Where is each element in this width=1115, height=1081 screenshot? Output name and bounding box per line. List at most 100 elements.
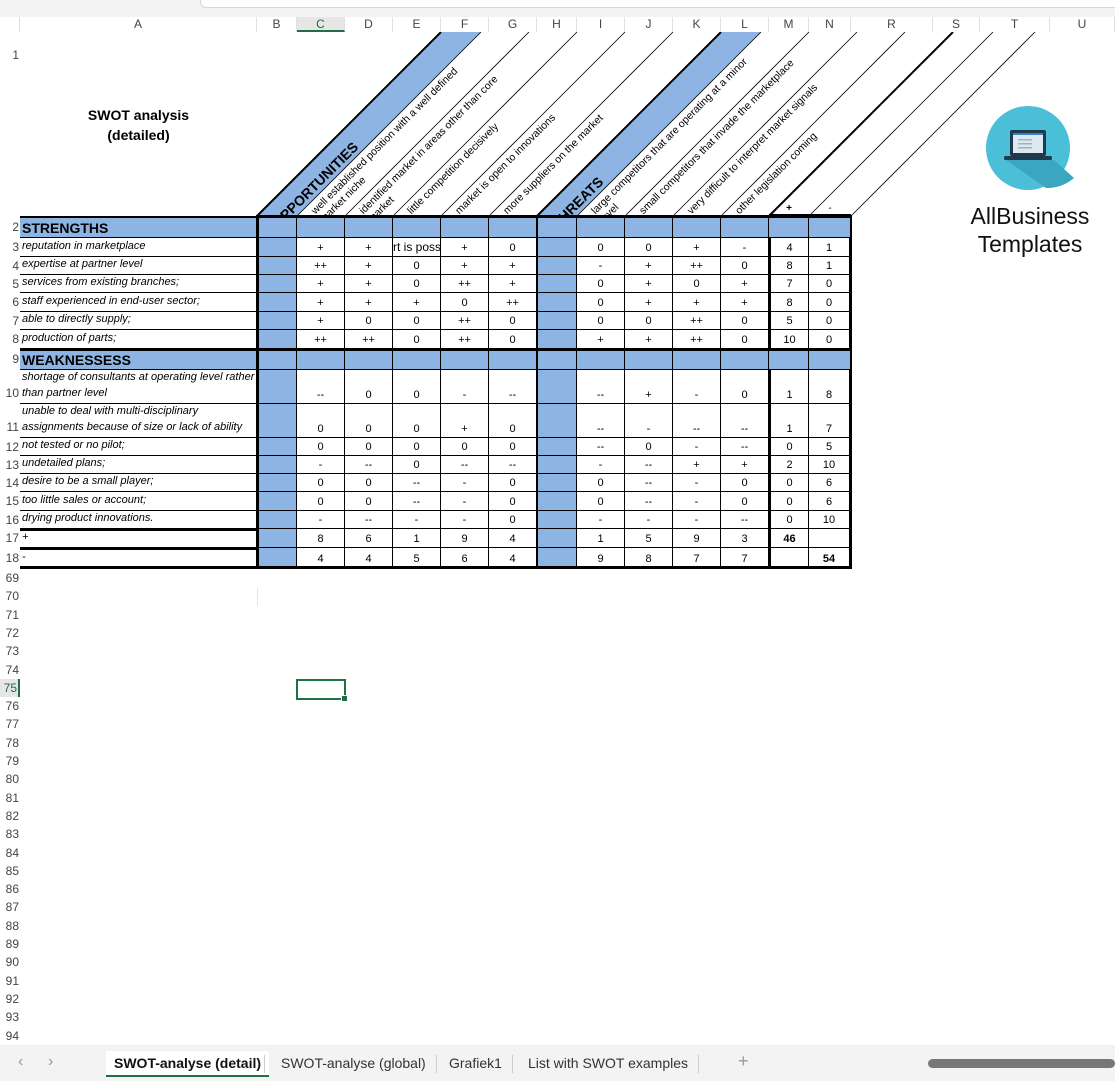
formula-bar[interactable] xyxy=(200,0,1115,8)
add-sheet-button[interactable]: + xyxy=(738,1051,749,1072)
opportunity-score: - xyxy=(297,456,345,474)
column-header-M[interactable]: M xyxy=(769,17,809,32)
row-header-83[interactable]: 83 xyxy=(0,825,20,843)
row-header-81[interactable]: 81 xyxy=(0,789,20,807)
column-header-A[interactable]: A xyxy=(20,17,257,32)
row-header-2[interactable]: 2 xyxy=(0,216,20,238)
horizontal-scrollbar[interactable] xyxy=(928,1059,1115,1068)
column-header-G[interactable]: G xyxy=(489,17,537,32)
threat-score: -- xyxy=(625,492,673,511)
tab-swot-examples[interactable]: List with SWOT examples xyxy=(520,1051,696,1077)
row-header-90[interactable]: 90 xyxy=(0,953,20,971)
row-header-71[interactable]: 71 xyxy=(0,606,20,624)
row-header-11[interactable]: 11 xyxy=(0,404,20,438)
row-header-15[interactable]: 15 xyxy=(0,492,20,511)
row-header-14[interactable]: 14 xyxy=(0,474,20,492)
next-sheet-icon[interactable]: › xyxy=(48,1053,53,1071)
opportunity-score: + xyxy=(297,293,345,312)
row-header-74[interactable]: 74 xyxy=(0,661,20,679)
column-header-R[interactable]: R xyxy=(851,17,933,32)
row-header-76[interactable]: 76 xyxy=(0,697,20,715)
row-header-87[interactable]: 87 xyxy=(0,898,20,916)
opportunity-score: 0 xyxy=(489,474,537,492)
row-header-18[interactable]: 18 xyxy=(0,548,20,568)
opportunity-score: -- xyxy=(393,474,441,492)
column-header-I[interactable]: I xyxy=(577,17,625,32)
column-header-L[interactable]: L xyxy=(721,17,769,32)
threat-score: 0 xyxy=(577,238,625,257)
row-header-92[interactable]: 92 xyxy=(0,990,20,1008)
column-header-K[interactable]: K xyxy=(673,17,721,32)
row-header-72[interactable]: 72 xyxy=(0,624,20,642)
row-header-9[interactable]: 9 xyxy=(0,349,20,370)
row-header-84[interactable]: 84 xyxy=(0,844,20,862)
tab-swot-detail[interactable]: SWOT-analyse (detail) xyxy=(106,1051,270,1077)
column-header-D[interactable]: D xyxy=(345,17,393,32)
weaknesses-header-band xyxy=(721,349,769,370)
row-header-82[interactable]: 82 xyxy=(0,807,20,825)
threat-score: + xyxy=(625,275,673,293)
row-header-93[interactable]: 93 xyxy=(0,1008,20,1026)
row-header-70[interactable]: 70 xyxy=(0,587,20,605)
threats-band xyxy=(537,238,577,257)
prev-sheet-icon[interactable]: ‹ xyxy=(18,1053,23,1071)
row-header-88[interactable]: 88 xyxy=(0,917,20,935)
row-header-5[interactable]: 5 xyxy=(0,275,20,293)
plus-total: 0 xyxy=(769,438,809,456)
row-header-17[interactable]: 17 xyxy=(0,529,20,548)
row-header-94[interactable]: 94 xyxy=(0,1027,20,1045)
opportunity-score: - xyxy=(441,474,489,492)
threats-band xyxy=(537,404,577,438)
weaknesses-header-band xyxy=(345,349,393,370)
threats-band xyxy=(537,529,577,548)
row-header-6[interactable]: 6 xyxy=(0,293,20,312)
column-header-B[interactable]: B xyxy=(257,17,297,32)
column-header-F[interactable]: F xyxy=(441,17,489,32)
row-header-13[interactable]: 13 xyxy=(0,456,20,474)
strengths-header-band xyxy=(441,216,489,238)
column-header-H[interactable]: H xyxy=(537,17,577,32)
plus-total: 1 xyxy=(769,370,809,404)
row-header-89[interactable]: 89 xyxy=(0,935,20,953)
threat-score: + xyxy=(721,293,769,312)
column-header-T[interactable]: T xyxy=(980,17,1050,32)
sheet-tab-bar: ‹ › SWOT-analyse (detail) SWOT-analyse (… xyxy=(0,1045,1115,1081)
row-header-4[interactable]: 4 xyxy=(0,257,20,275)
tab-grafiek1[interactable]: Grafiek1 xyxy=(441,1051,510,1077)
row-header-78[interactable]: 78 xyxy=(0,734,20,752)
column-header-U[interactable]: U xyxy=(1050,17,1115,32)
row-header-3[interactable]: 3 xyxy=(0,238,20,257)
tab-swot-global[interactable]: SWOT-analyse (global) xyxy=(273,1051,434,1077)
opportunity-score: 0 xyxy=(489,492,537,511)
column-header-E[interactable]: E xyxy=(393,17,441,32)
row-header-85[interactable]: 85 xyxy=(0,862,20,880)
row-header-75[interactable]: 75 xyxy=(0,678,20,698)
plus-total: 0 xyxy=(769,511,809,529)
active-cell-C75[interactable] xyxy=(296,679,348,702)
column-header-N[interactable]: N xyxy=(809,17,851,32)
row-header-69[interactable]: 69 xyxy=(0,569,20,587)
weaknesses-header-band xyxy=(489,349,537,370)
row-header-91[interactable]: 91 xyxy=(0,972,20,990)
column-header-J[interactable]: J xyxy=(625,17,673,32)
row-header-10[interactable]: 10 xyxy=(0,370,20,404)
column-header-C[interactable]: C xyxy=(297,17,345,32)
opportunities-band xyxy=(257,511,297,529)
row-label: reputation in marketplace xyxy=(20,238,257,257)
row-header-86[interactable]: 86 xyxy=(0,880,20,898)
opportunity-score: 0 xyxy=(393,275,441,293)
threat-score: + xyxy=(673,238,721,257)
row-header-7[interactable]: 7 xyxy=(0,312,20,330)
row-header-16[interactable]: 16 xyxy=(0,511,20,529)
diagonal-headers: OPPORTUNITIES THREATSwell established pos… xyxy=(256,32,1036,218)
row-header-80[interactable]: 80 xyxy=(0,770,20,788)
row-header-77[interactable]: 77 xyxy=(0,715,20,733)
opportunity-score: 0 xyxy=(489,404,537,438)
column-header-S[interactable]: S xyxy=(933,17,980,32)
weaknesses-header-band xyxy=(441,349,489,370)
row-header-8[interactable]: 8 xyxy=(0,330,20,349)
select-all-corner[interactable] xyxy=(0,17,20,32)
row-header-73[interactable]: 73 xyxy=(0,642,20,660)
row-header-79[interactable]: 79 xyxy=(0,752,20,770)
row-header-12[interactable]: 12 xyxy=(0,438,20,456)
